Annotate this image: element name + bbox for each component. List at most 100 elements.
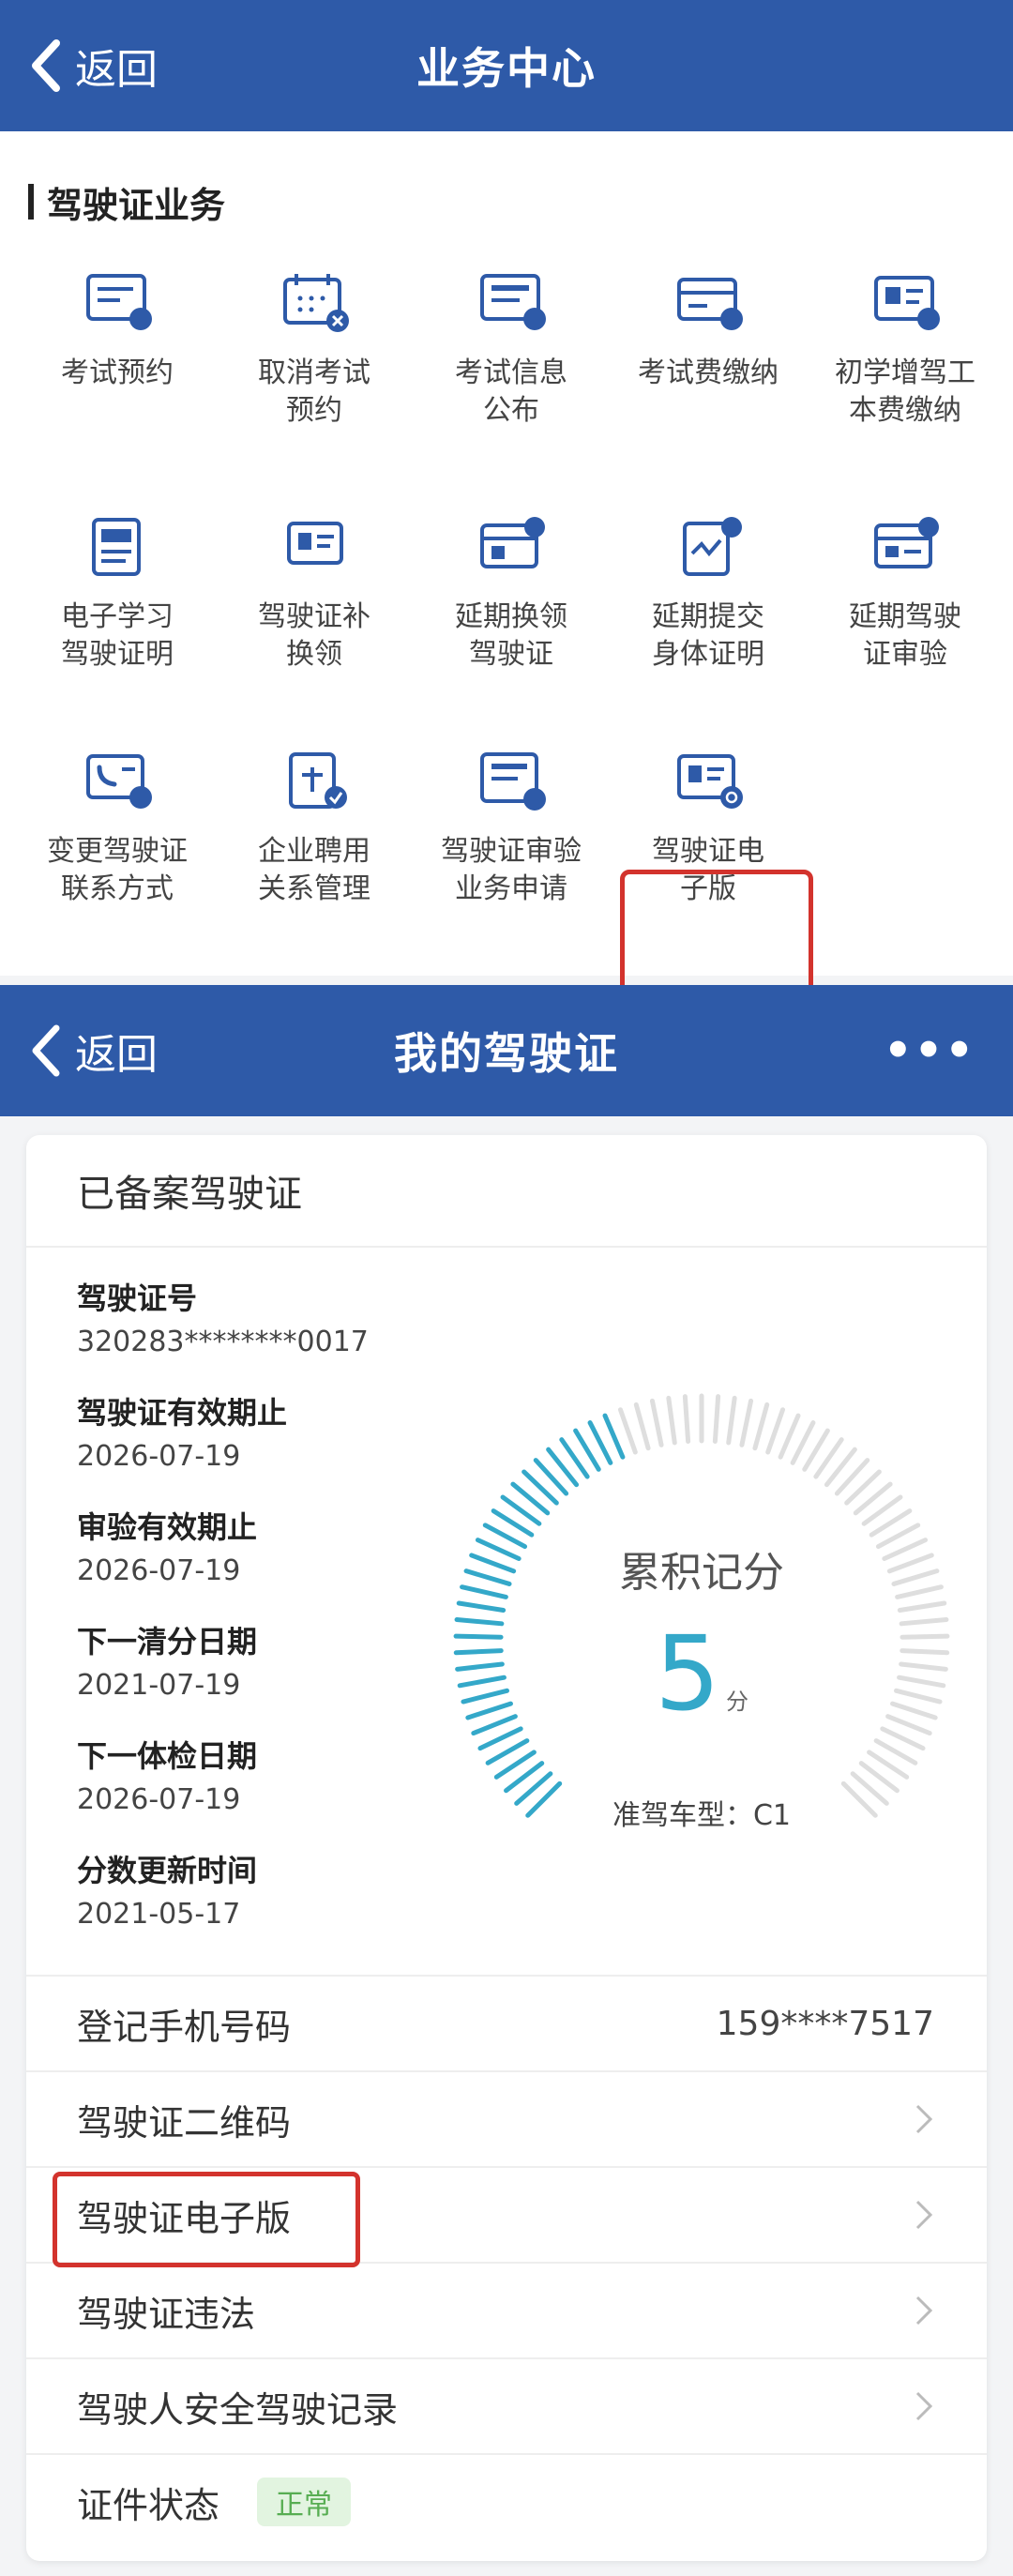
more-menu-button[interactable]: ••• <box>884 985 975 1116</box>
chevron-right-icon <box>915 2104 933 2134</box>
license-service-section: 驾驶证业务 考试预约 取消考试 预约 考试信息 公布 考试费缴纳 初学增驾工 本费缴纳电… <box>0 131 1013 1089</box>
qr-code-label: 驾驶证二维码 <box>77 2101 292 2144</box>
field-value: 320283********0017 <box>77 1326 369 1358</box>
section-title: 驾驶证业务 <box>28 178 225 226</box>
status-badge: 正常 <box>257 2478 352 2526</box>
learning-cert-icon <box>92 518 141 576</box>
license-reissue-icon <box>287 522 343 565</box>
field-label: 下一体检日期 <box>77 1738 258 1774</box>
field-label: 驾驶证号 <box>77 1280 198 1316</box>
gauge-title: 累积记分 <box>619 1549 784 1597</box>
gauge-tick <box>739 1398 754 1447</box>
service-item-label: 初学增驾工 本费缴纳 <box>835 356 975 427</box>
field-value: 2026-07-19 <box>77 1783 241 1816</box>
license-field-0: 驾驶证号 320283********0017 <box>77 1276 369 1364</box>
gauge-tick <box>778 1413 801 1460</box>
license-page-title: 我的驾驶证 <box>394 1028 619 1079</box>
service-item-label: 电子学习 驾驶证明 <box>61 600 174 671</box>
service-item-11[interactable]: 企业聘用 关系管理 <box>216 750 413 938</box>
gauge-tick <box>649 1398 664 1447</box>
phone-label: 登记手机号码 <box>77 2006 292 2048</box>
violation-row[interactable]: 驾驶证违法 <box>26 2262 987 2357</box>
service-item-label: 延期驾驶 证审验 <box>849 600 961 671</box>
calendar-cancel-icon <box>283 274 349 332</box>
status-row: 证件状态 正常 <box>26 2453 987 2549</box>
safe-driving-row[interactable]: 驾驶人安全驾驶记录 <box>26 2357 987 2453</box>
contact-change-icon <box>86 754 152 809</box>
exam-booking-icon <box>86 274 152 330</box>
gauge-score: 5分 <box>439 1614 964 1734</box>
gauge-tick <box>765 1407 786 1455</box>
gauge-tick <box>712 1394 721 1444</box>
service-item-5[interactable]: 电子学习 驾驶证明 <box>19 516 216 704</box>
service-item-0[interactable]: 考试预约 <box>19 272 216 460</box>
qr-code-row[interactable]: 驾驶证二维码 <box>26 2070 987 2166</box>
service-item-label: 企业聘用 关系管理 <box>258 835 370 905</box>
license-field-4: 下一体检日期 2026-07-19 <box>77 1734 257 1822</box>
field-label: 审验有效期止 <box>77 1509 258 1545</box>
service-item-label: 取消考试 预约 <box>258 356 370 427</box>
health-cert-icon <box>683 517 742 576</box>
service-item-9[interactable]: 延期驾驶 证审验 <box>807 516 1004 704</box>
highlight-box-electronic-license-row <box>53 2172 360 2267</box>
score-unit: 分 <box>726 1689 748 1715</box>
status-label: 证件状态 <box>77 2484 220 2526</box>
license-card: 已备案驾驶证 驾驶证号 320283********0017 驾驶证有效期止 2026… <box>26 1135 987 2561</box>
license-delay-icon <box>480 517 545 568</box>
license-field-1: 驾驶证有效期止 2026-07-19 <box>77 1390 287 1478</box>
service-item-3[interactable]: 考试费缴纳 <box>610 272 807 460</box>
field-value: 2021-07-19 <box>77 1669 241 1702</box>
chevron-right-icon <box>915 2391 933 2421</box>
exam-info-icon <box>480 274 546 330</box>
service-item-7[interactable]: 延期换领 驾驶证 <box>413 516 610 704</box>
phone-value: 159****7517 <box>716 2004 934 2043</box>
phone-row: 登记手机号码 159****7517 <box>26 1975 987 2070</box>
gauge-tick <box>682 1394 691 1444</box>
gauge-tick <box>897 1600 947 1614</box>
gauge-tick <box>617 1407 638 1455</box>
service-item-label: 延期换领 驾驶证 <box>455 600 567 671</box>
service-item-10[interactable]: 变更驾驶证 联系方式 <box>19 750 216 938</box>
field-label: 驾驶证有效期止 <box>77 1395 288 1431</box>
page-title: 业务中心 <box>416 43 597 94</box>
exam-fee-icon <box>677 278 743 330</box>
license-fee-icon <box>874 276 940 330</box>
score-value: 5 <box>655 1614 720 1734</box>
field-value: 2026-07-19 <box>77 1440 241 1473</box>
service-item-12[interactable]: 驾驶证审验 业务申请 <box>413 750 610 938</box>
top-navbar: 返回 业务中心 <box>0 0 1013 131</box>
service-item-label: 延期提交 身体证明 <box>652 600 764 671</box>
chevron-right-icon <box>915 2200 933 2230</box>
service-item-label: 驾驶证审验 业务申请 <box>441 835 582 905</box>
service-item-1[interactable]: 取消考试 预约 <box>216 272 413 460</box>
gauge-tick <box>633 1402 651 1451</box>
service-item-label: 驾驶证补 换领 <box>258 600 370 671</box>
field-label: 分数更新时间 <box>77 1853 258 1888</box>
gauge-tick <box>602 1413 626 1460</box>
service-item-label: 考试预约 <box>61 356 174 389</box>
card-header: 已备案驾驶证 <box>26 1135 987 1248</box>
service-item-label: 变更驾驶证 联系方式 <box>47 835 188 905</box>
service-item-4[interactable]: 初学增驾工 本费缴纳 <box>807 272 1004 460</box>
service-item-6[interactable]: 驾驶证补 换领 <box>216 516 413 704</box>
service-item-2[interactable]: 考试信息 公布 <box>413 272 610 460</box>
section-title-bar <box>28 184 34 220</box>
license-navbar: 返回 我的驾驶证 ••• <box>0 985 1013 1116</box>
electronic-license-icon <box>677 754 743 809</box>
safe-driving-label: 驾驶人安全驾驶记录 <box>77 2388 399 2431</box>
enterprise-doc-icon <box>289 752 347 809</box>
gauge-tick <box>726 1395 737 1446</box>
car-type: 准驾车型：C1 <box>612 1799 792 1832</box>
service-item-label: 考试费缴纳 <box>638 356 779 389</box>
license-field-3: 下一清分日期 2021-07-19 <box>77 1619 257 1707</box>
service-item-8[interactable]: 延期提交 身体证明 <box>610 516 807 704</box>
field-value: 2021-05-17 <box>77 1898 241 1931</box>
field-value: 2026-07-19 <box>77 1554 241 1587</box>
violation-label: 驾驶证违法 <box>77 2293 256 2335</box>
license-field-2: 审验有效期止 2026-07-19 <box>77 1505 257 1593</box>
license-field-5: 分数更新时间 2021-05-17 <box>77 1848 257 1936</box>
field-label: 下一清分日期 <box>77 1624 258 1659</box>
service-item-label: 考试信息 公布 <box>455 356 567 427</box>
license-review-delay-icon <box>874 517 939 568</box>
review-apply-icon <box>480 752 546 811</box>
